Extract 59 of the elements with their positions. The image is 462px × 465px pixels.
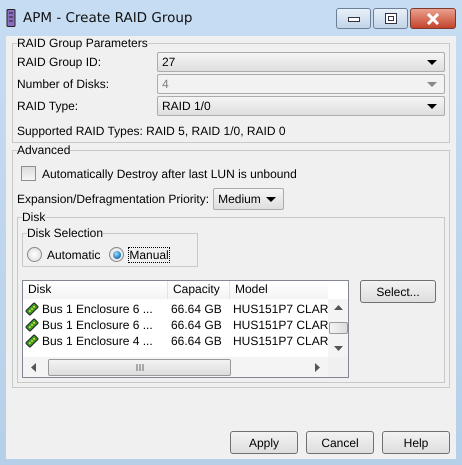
maximize-button[interactable]: [373, 8, 408, 29]
supported-types-text: Supported RAID Types: RAID 5, RAID 1/0, RAID 0: [17, 124, 287, 138]
column-header[interactable]: Disk: [23, 281, 168, 299]
disk-drive-icon: [25, 334, 39, 348]
dropdown[interactable]: 27: [157, 52, 445, 72]
table-cell: Bus 1 Enclosure 6 ...: [42, 318, 153, 332]
dropdown-arrow-icon: [426, 102, 438, 110]
field-label: Number of Disks:: [17, 77, 110, 91]
radio-button[interactable]: [109, 247, 124, 262]
table-cell-text: HUS151P7 CLAR: [232, 302, 328, 316]
close-icon: [426, 12, 440, 24]
scrollbar-corner: [328, 357, 348, 377]
group-title: Disk: [22, 210, 46, 224]
app-icon: [6, 9, 16, 27]
horizontal-scrollbar[interactable]: [23, 357, 328, 377]
radio-label: Manual: [129, 248, 169, 262]
table-cell-text: HUS151P7 CLAR: [232, 334, 328, 348]
grip-icon: [136, 364, 144, 370]
maximize-icon: [384, 13, 396, 24]
scrollbar-thumb[interactable]: [48, 358, 231, 376]
disk-drive-icon: [25, 302, 39, 316]
scroll-down-arrow-icon: [334, 346, 342, 351]
scroll-up-arrow-icon: [334, 305, 342, 310]
minimize-button[interactable]: [336, 8, 371, 29]
column-header[interactable]: Model: [230, 281, 328, 299]
vertical-scrollbar[interactable]: [328, 299, 348, 357]
table-cell-text: HUS151P7 CLAR: [232, 318, 328, 332]
disk-drive-icon: [25, 318, 39, 332]
group-title: RAID Group Parameters: [17, 36, 148, 50]
checkbox-label: Automatically Destroy after last LUN is unbound: [42, 166, 297, 180]
scrollbar-thumb[interactable]: [328, 322, 348, 334]
dialog-button[interactable]: Apply: [230, 431, 298, 454]
minimize-icon: [348, 16, 360, 22]
column-header[interactable]: Capacity: [168, 281, 230, 299]
group-title: Disk Selection: [27, 226, 104, 240]
table-cell: Bus 1 Enclosure 6 ...: [42, 302, 153, 316]
dropdown[interactable]: Medium: [213, 188, 284, 210]
scroll-left-arrow-icon: [31, 362, 36, 372]
window-title: APM - Create RAID Group: [23, 10, 192, 26]
dropdown-arrow-icon: [426, 80, 438, 88]
dialog-button[interactable]: Help: [382, 431, 450, 454]
dropdown[interactable]: RAID 1/0: [157, 96, 445, 116]
group-title: Advanced: [17, 143, 70, 157]
field-label: RAID Group ID:: [17, 55, 102, 69]
dialog-button[interactable]: Cancel: [306, 431, 374, 454]
dropdown-arrow-icon: [265, 196, 278, 202]
checkbox[interactable]: [21, 166, 36, 181]
table-cell-text: 66.64 GB: [170, 302, 223, 316]
table-cell-text: 66.64 GB: [170, 318, 223, 332]
radio-label: Automatic: [47, 248, 100, 262]
scroll-right-arrow-icon: [315, 362, 320, 372]
field-label: Expansion/Defragmentation Priority:: [17, 192, 210, 206]
dropdown-arrow-icon: [426, 58, 438, 66]
table-cell-text: 66.64 GB: [170, 334, 223, 348]
field-label: RAID Type:: [17, 99, 80, 113]
close-button[interactable]: [410, 8, 456, 29]
table-cell: Bus 1 Enclosure 4 ...: [42, 334, 153, 348]
radio-button[interactable]: [27, 247, 42, 262]
select-button[interactable]: Select...: [360, 280, 436, 303]
